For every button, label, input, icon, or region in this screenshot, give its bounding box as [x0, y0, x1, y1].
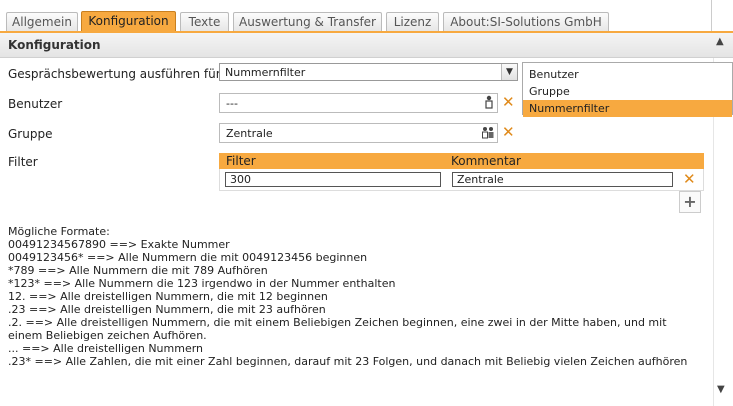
user-field-value: --- [226, 97, 238, 110]
user-field[interactable]: --- [219, 93, 498, 113]
formats-help: Mögliche Formate: 00491234567890 ==> Exak… [8, 225, 698, 368]
group-field[interactable]: Zentrale [219, 123, 498, 143]
chevron-down-icon[interactable]: ▼ [501, 64, 517, 80]
evaluation-label: Gesprächsbewertung ausführen für [8, 67, 221, 81]
formats-heading: Mögliche Formate: [8, 225, 110, 238]
group-label: Gruppe [8, 127, 53, 141]
format-line: .2. ==> Alle dreistelligen Nummern, die … [8, 316, 671, 342]
add-filter-button[interactable]: + [679, 191, 701, 213]
format-line: .23 ==> Alle dreistelligen Nummern, die … [8, 303, 326, 316]
user-icon[interactable] [484, 95, 494, 109]
filter-value-input[interactable]: 300 [225, 172, 441, 187]
format-line: .23* ==> Alle Zahlen, die mit einer Zahl… [8, 355, 688, 368]
user-label: Benutzer [8, 97, 63, 111]
format-line: *789 ==> Alle Nummern die mit 789 Aufhör… [8, 264, 268, 277]
group-field-value: Zentrale [226, 127, 273, 140]
dropdown-option-nummernfilter[interactable]: Nummernfilter [523, 100, 732, 117]
column-header-kommentar: Kommentar [451, 154, 521, 168]
comment-value-input[interactable]: Zentrale [452, 172, 673, 187]
divider [711, 0, 712, 31]
section-title: Konfiguration [8, 38, 101, 52]
tab-konfiguration[interactable]: Konfiguration [81, 11, 176, 32]
tab-texte[interactable]: Texte [180, 12, 229, 31]
filter-table: Filter Kommentar 300 Zentrale [219, 153, 704, 191]
format-line: 0049123456* ==> Alle Nummern die mit 004… [8, 251, 368, 264]
evaluation-select-value: Nummernfilter [225, 66, 306, 79]
dropdown-option-gruppe[interactable]: Gruppe [523, 83, 732, 100]
tab-auswertung-transfer[interactable]: Auswertung & Transfer [233, 12, 382, 31]
tab-allgemein[interactable]: Allgemein [6, 12, 78, 31]
tab-bar: Allgemein Konfiguration Texte Auswertung… [0, 0, 733, 33]
evaluation-dropdown-list: Benutzer Gruppe Nummernfilter [522, 62, 733, 117]
evaluation-select[interactable]: Nummernfilter ▼ [219, 63, 518, 81]
format-line: ... ==> Alle dreistelligen Nummern [8, 342, 204, 355]
tab-about[interactable]: About:SI-Solutions GmbH [443, 12, 609, 31]
format-line: 00491234567890 ==> Exakte Nummer [8, 238, 230, 251]
scroll-down-arrow-icon[interactable]: ▼ [717, 384, 725, 395]
close-icon[interactable]: ✕ [502, 95, 515, 110]
group-icon[interactable] [481, 125, 495, 139]
filter-label: Filter [8, 155, 38, 169]
format-line: *123* ==> Alle Nummern die 123 irgendwo … [8, 277, 396, 290]
filter-table-header: Filter Kommentar [219, 153, 704, 169]
table-row: 300 Zentrale [219, 169, 704, 191]
format-line: 12. ==> Alle dreistelligen Nummern, die … [8, 290, 328, 303]
dropdown-option-benutzer[interactable]: Benutzer [523, 66, 732, 83]
section-header: Konfiguration ▲ [0, 33, 733, 58]
collapse-arrow-icon[interactable]: ▲ [716, 36, 724, 47]
plus-icon: + [683, 192, 697, 211]
tab-lizenz[interactable]: Lizenz [386, 12, 439, 31]
column-header-filter: Filter [226, 154, 256, 168]
close-icon[interactable]: ✕ [502, 125, 515, 140]
close-icon[interactable]: ✕ [683, 172, 696, 187]
